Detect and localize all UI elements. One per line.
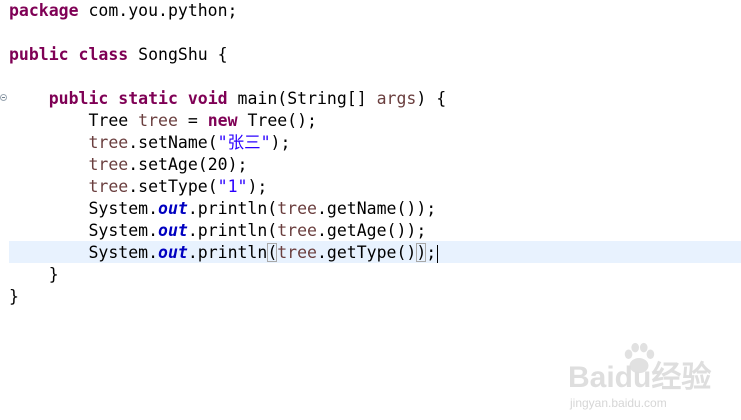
code-line[interactable]: } [9,264,59,286]
code-token: static [118,89,178,108]
code-token: "张三" [217,133,271,152]
watermark: Baidu经验 jingyan.baidu.com [564,340,739,418]
code-token: out [158,243,188,262]
code-line[interactable]: public class SongShu { [9,44,228,66]
code-token: .getType() [317,243,417,262]
code-token: System. [9,243,159,262]
code-token: ); [270,133,291,152]
code-token: tree [277,221,317,240]
code-token: public [9,45,69,64]
code-token: .println( [187,199,278,218]
code-token: .setType( [128,177,218,196]
collapse-icon[interactable] [0,94,7,101]
code-token: .println( [187,221,278,240]
code-token: } [9,265,59,284]
code-token: .println [187,243,268,262]
code-token: Tree [9,111,139,130]
code-token: ) { [416,89,447,108]
code-token: tree [138,111,178,130]
code-token: tree [88,155,129,174]
code-token: .setAge(20); [128,155,248,174]
code-token: out [158,199,188,218]
code-token: .getName()); [316,199,437,218]
code-token: class [78,45,129,64]
code-token: package [9,1,79,20]
code-token: out [158,221,188,240]
code-token: args [376,89,417,108]
code-token: void [187,89,228,108]
code-token: "1" [217,177,248,196]
code-line[interactable]: System.out.println(tree.getAge()); [9,220,426,242]
code-token: Tree(); [237,111,317,130]
code-token: System. [9,199,159,218]
code-token: main(String[] [227,89,377,108]
code-token: tree [88,133,129,152]
code-token: tree [88,177,129,196]
code-token: ; [426,243,437,262]
code-line[interactable]: package com.you.python; [9,0,238,22]
code-line[interactable]: Tree tree = new Tree(); [9,110,317,132]
code-token: } [9,287,19,306]
watermark-url: jingyan.baidu.com [570,396,667,410]
code-line[interactable]: } [9,286,19,308]
editor-gutter [0,0,9,420]
code-token: .getAge()); [316,221,427,240]
code-token: ( [267,243,278,262]
code-token: SongShu { [128,45,228,64]
code-token: .setName( [128,133,218,152]
code-editor[interactable]: package com.you.python; public class Song… [0,0,741,420]
code-token: ); [247,177,268,196]
code-line[interactable]: System.out.println(tree.getName()); [9,198,436,220]
code-line[interactable]: public static void main(String[] args) { [9,88,446,110]
code-token: = [177,111,208,130]
code-line[interactable]: tree.setName("张三"); [9,132,290,154]
code-line[interactable]: tree.setAge(20); [9,154,247,176]
code-token: tree [277,243,317,262]
code-line[interactable]: System.out.println(tree.getType()); [9,242,439,264]
watermark-brand: Baidu经验 [568,361,712,394]
code-token: new [207,111,238,130]
code-token: ) [416,243,427,262]
code-token: com.you.python; [78,1,238,20]
code-token: public [48,89,109,108]
text-cursor [437,244,439,263]
code-line[interactable]: tree.setType("1"); [9,176,267,198]
code-token: System. [9,221,159,240]
code-token: tree [277,199,317,218]
